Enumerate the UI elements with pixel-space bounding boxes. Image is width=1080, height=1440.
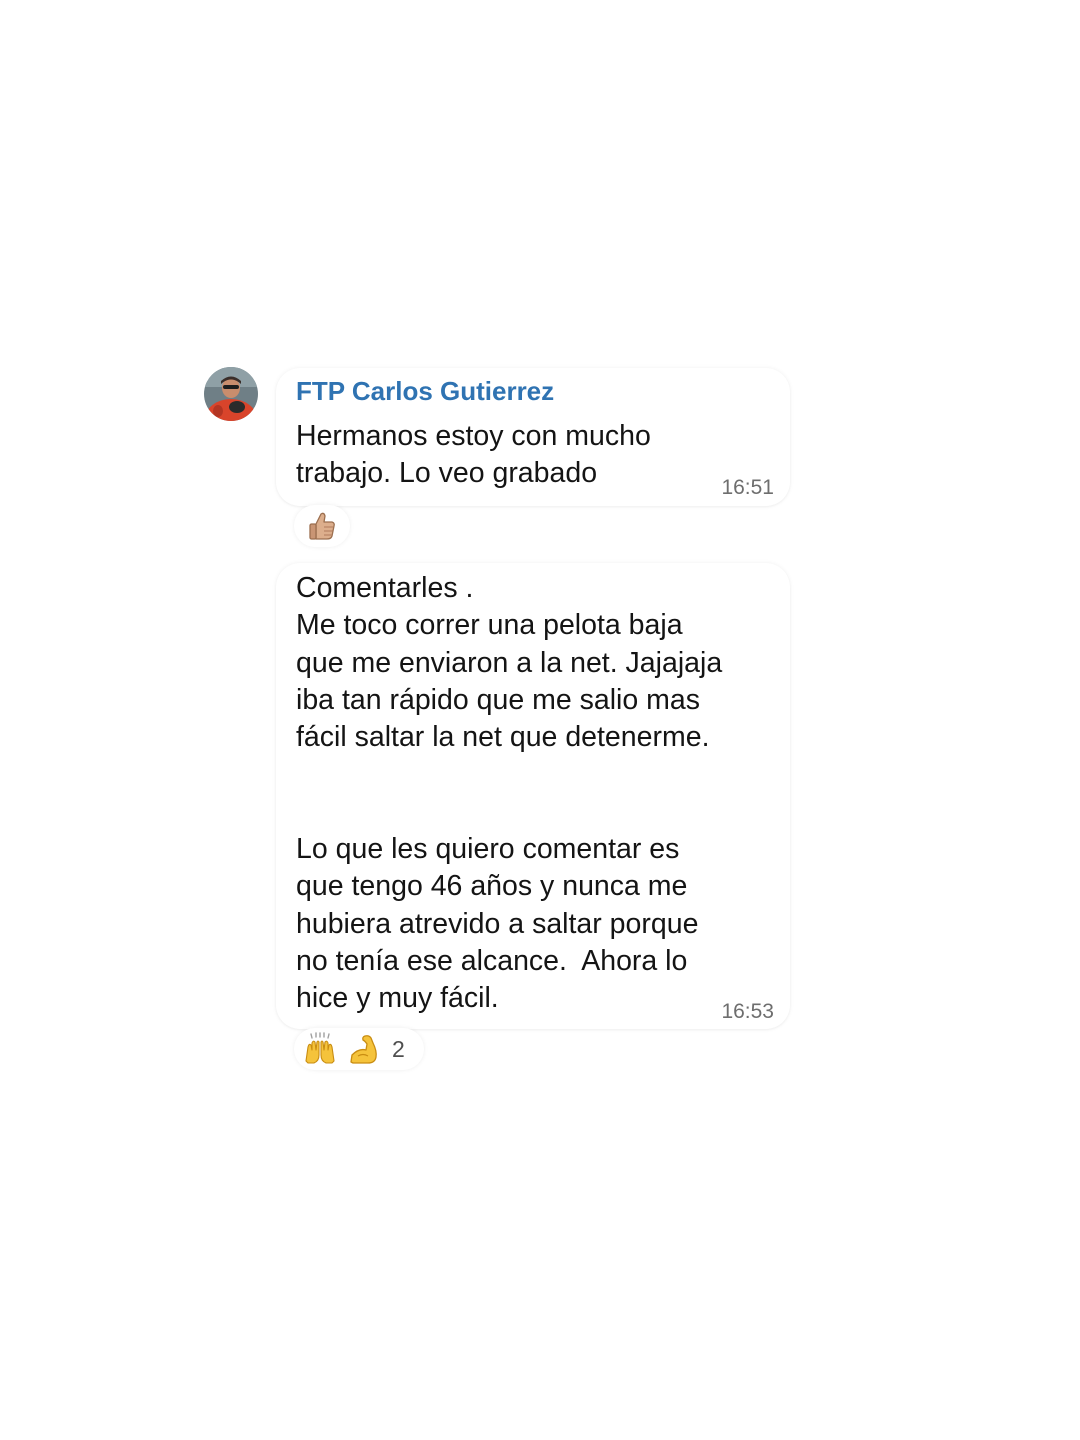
message-bubble[interactable]: FTP Carlos Gutierrez Hermanos estoy con … (276, 368, 790, 506)
message-text: Comentarles . Me toco correr una pelota … (296, 572, 723, 1015)
sender-name[interactable]: FTP Carlos Gutierrez (296, 376, 554, 407)
flexed-biceps-icon (346, 1031, 382, 1067)
raising-hands-icon (302, 1031, 338, 1067)
message-timestamp: 16:53 (721, 1000, 774, 1023)
reaction-count: 2 (392, 1035, 405, 1062)
message-bubble[interactable]: Comentarles . Me toco correr una pelota … (276, 563, 790, 1029)
thumbs-up-icon (304, 508, 340, 544)
reactions-bar[interactable] (294, 505, 350, 547)
message-timestamp: 16:51 (721, 476, 774, 499)
sender-avatar[interactable] (204, 367, 258, 421)
message-text: Hermanos estoy con mucho trabajo. Lo veo… (296, 420, 651, 490)
reactions-bar[interactable]: 2 (294, 1028, 424, 1070)
